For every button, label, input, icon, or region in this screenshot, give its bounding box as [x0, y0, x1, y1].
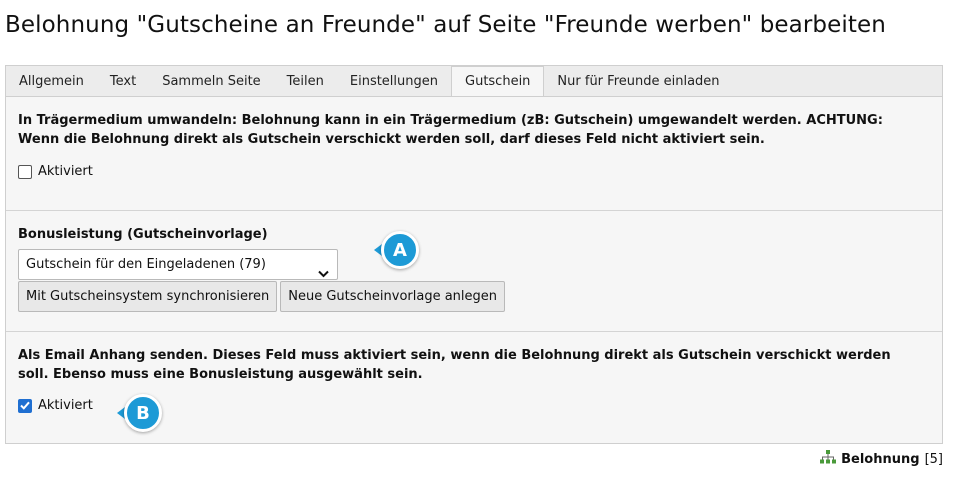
checkmark-icon	[20, 401, 30, 410]
email-checkbox[interactable]	[18, 398, 32, 413]
tab-bar: Allgemein Text Sammeln Seite Teilen Eins…	[5, 65, 943, 98]
tab-panel-gutschein: In Trägermedium umwandeln: Belohnung kan…	[5, 96, 943, 444]
new-voucher-template-button[interactable]: Neue Gutscheinvorlage anlegen	[280, 281, 506, 312]
tab-text[interactable]: Text	[97, 67, 149, 97]
carrier-section: In Trägermedium umwandeln: Belohnung kan…	[6, 97, 942, 211]
tab-allgemein[interactable]: Allgemein	[6, 67, 97, 97]
tab-teilen[interactable]: Teilen	[274, 67, 337, 97]
annotation-marker-a: A	[381, 231, 419, 269]
bonus-template-selected-value: Gutschein für den Eingeladenen (79)	[26, 257, 266, 272]
bonus-field-label: Bonusleistung (Gutscheinvorlage)	[18, 227, 268, 242]
bonus-template-select[interactable]: Gutschein für den Eingeladenen (79)	[18, 249, 338, 280]
carrier-description: In Trägermedium umwandeln: Belohnung kan…	[18, 113, 883, 147]
sitemap-icon	[820, 450, 837, 468]
bonus-button-row: Mit Gutscheinsystem synchronisieren Neue…	[18, 281, 506, 312]
carrier-checkbox[interactable]	[18, 164, 32, 179]
bonus-section: Bonusleistung (Gutscheinvorlage) Gutsche…	[6, 211, 942, 332]
email-checkbox-label[interactable]: Aktiviert	[38, 398, 93, 413]
record-type: Belohnung	[841, 451, 920, 467]
carrier-checkbox-label[interactable]: Aktiviert	[38, 164, 93, 179]
tab-gutschein[interactable]: Gutschein	[451, 66, 545, 98]
tab-einstellungen[interactable]: Einstellungen	[337, 67, 451, 97]
email-checkbox-row[interactable]: Aktiviert	[18, 398, 93, 413]
record-reference: Belohnung [5]	[820, 450, 943, 468]
tab-sammeln-seite[interactable]: Sammeln Seite	[149, 67, 273, 97]
carrier-checkbox-row[interactable]: Aktiviert	[18, 164, 93, 179]
record-id: [5]	[924, 451, 943, 467]
sync-voucher-system-button[interactable]: Mit Gutscheinsystem synchronisieren	[18, 281, 278, 312]
annotation-marker-b: B	[124, 394, 162, 432]
tab-nur-fuer-freunde-einladen[interactable]: Nur für Freunde einladen	[544, 67, 732, 97]
email-description: Als Email Anhang senden. Dieses Feld mus…	[18, 348, 891, 382]
page-title: Belohnung "Gutscheine an Freunde" auf Se…	[5, 12, 886, 38]
